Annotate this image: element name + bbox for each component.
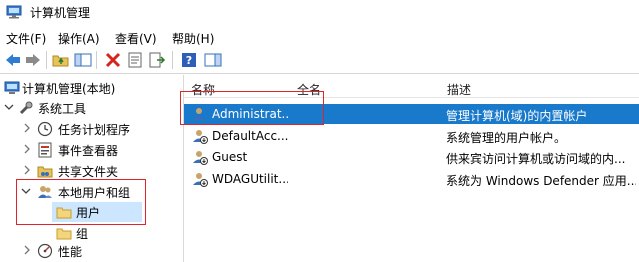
cell-name: DefaultAcc... xyxy=(212,129,288,143)
navigation-tree: 计算机管理(本地) 系统工具 任务计划程序 事件查看器 共享文件夹 本地用户和组… xyxy=(0,75,184,262)
computer-management-icon xyxy=(6,5,22,19)
toolbar: ? xyxy=(0,47,639,74)
tree-label-performance: 性能 xyxy=(58,245,83,259)
computer-management-icon xyxy=(4,81,20,94)
tree-label-task-scheduler: 任务计划程序 xyxy=(58,123,131,137)
up-folder-icon[interactable] xyxy=(52,52,70,68)
table-row[interactable]: WDAGUtilit... 系统为 Windows Defender 应用... xyxy=(184,169,639,189)
table-row[interactable]: Guest 供来宾访问计算机或访问域的内... xyxy=(184,147,639,167)
cell-name: WDAGUtilit... xyxy=(212,172,288,186)
tree-item-root[interactable]: 计算机管理(本地) xyxy=(0,78,183,98)
menu-action[interactable]: 操作(A) xyxy=(58,30,100,47)
tree-item-performance[interactable]: 性能 xyxy=(0,241,183,261)
chevron-right-icon[interactable] xyxy=(22,245,32,255)
clock-icon xyxy=(37,121,53,137)
tree-label-event-viewer: 事件查看器 xyxy=(58,144,119,158)
tree-item-shared-folders[interactable]: 共享文件夹 xyxy=(0,161,183,181)
performance-icon xyxy=(37,243,53,259)
tree-label-root: 计算机管理(本地) xyxy=(22,82,116,96)
disabled-user-icon xyxy=(193,130,208,144)
chevron-right-icon[interactable] xyxy=(22,144,32,154)
cell-description: 系统为 Windows Defender 应用... xyxy=(446,174,636,188)
menu-file[interactable]: 文件(F) xyxy=(6,30,46,47)
cell-name: Guest xyxy=(212,150,248,164)
export-list-icon[interactable] xyxy=(148,52,166,68)
tree-item-event-viewer[interactable]: 事件查看器 xyxy=(0,140,183,160)
menu-help[interactable]: 帮助(H) xyxy=(172,30,214,47)
tree-label-shared-folders: 共享文件夹 xyxy=(58,165,119,179)
user-list: 名称 全名 描述 Administrat... 管理计算机(域)的内置帐户 De… xyxy=(180,75,639,262)
cell-description: 系统管理的用户帐户。 xyxy=(446,131,567,145)
annotation-highlight-box xyxy=(180,91,324,125)
shared-folder-icon xyxy=(37,166,53,178)
menu-bar: 文件(F) 操作(A) 查看(V) 帮助(H) xyxy=(0,27,639,47)
table-row[interactable]: DefaultAcc... 系统管理的用户帐户。 xyxy=(184,126,639,146)
chevron-right-icon[interactable] xyxy=(22,165,32,175)
delete-icon[interactable] xyxy=(104,52,122,68)
tree-label-groups: 组 xyxy=(76,227,89,241)
title-bar: 计算机管理 xyxy=(0,0,639,24)
show-hide-tree-icon[interactable] xyxy=(74,52,92,68)
tree-item-system-tools[interactable]: 系统工具 xyxy=(0,98,183,118)
tree-item-groups[interactable]: 组 xyxy=(52,223,142,243)
tree-item-task-scheduler[interactable]: 任务计划程序 xyxy=(0,119,183,139)
disabled-user-icon xyxy=(193,151,208,165)
action-pane-icon[interactable] xyxy=(204,52,222,68)
event-viewer-icon xyxy=(38,142,52,158)
chevron-down-icon[interactable] xyxy=(4,102,14,112)
cell-description: 供来宾访问计算机或访问域的内... xyxy=(446,152,626,166)
folder-icon xyxy=(56,228,72,240)
column-header-description[interactable]: 描述 xyxy=(440,75,639,97)
window-title: 计算机管理 xyxy=(30,6,91,20)
forward-arrow-icon[interactable] xyxy=(24,52,42,68)
tree-label-system-tools: 系统工具 xyxy=(38,102,87,116)
menu-view[interactable]: 查看(V) xyxy=(115,30,157,47)
annotation-highlight-box xyxy=(16,179,146,225)
tools-icon xyxy=(19,101,33,115)
back-arrow-icon[interactable] xyxy=(4,52,22,68)
properties-icon[interactable] xyxy=(126,52,144,68)
chevron-right-icon[interactable] xyxy=(22,123,32,133)
disabled-user-icon xyxy=(193,173,208,187)
cell-description: 管理计算机(域)的内置帐户 xyxy=(446,109,588,123)
svg-text:?: ? xyxy=(186,54,192,67)
help-icon[interactable]: ? xyxy=(180,52,198,68)
